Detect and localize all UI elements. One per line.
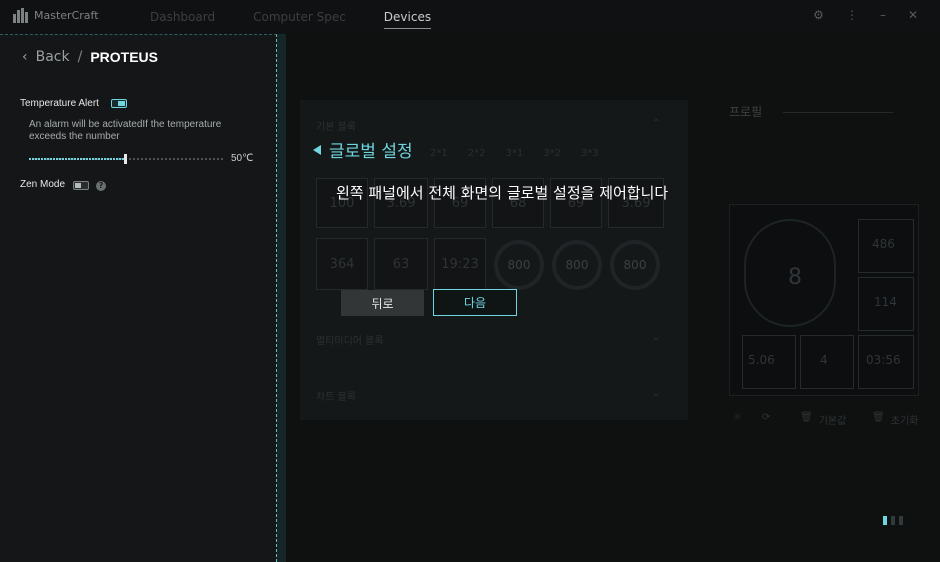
step-dot <box>891 516 895 525</box>
preview-toolbar: ☼ ⟳ <box>733 412 770 423</box>
layout-option[interactable]: 2*1 <box>430 148 448 159</box>
reset-button[interactable]: 🗑 초기화 <box>872 412 918 427</box>
tour-description: 왼쪽 패널에서 전체 화면의 글로벌 설정을 제어합니다 <box>336 184 669 202</box>
screen-preview: 8 486 114 5.06 4 03:56 <box>729 204 919 396</box>
chevron-down-icon[interactable]: ⌄ <box>652 332 660 343</box>
global-settings-panel: ‹ Back / PROTEUS Temperature Alert An al… <box>0 34 277 562</box>
step-dot <box>883 516 887 525</box>
device-name: PROTEUS <box>90 49 159 65</box>
zen-mode-toggle[interactable] <box>73 181 89 190</box>
layout-option[interactable]: 3*3 <box>581 148 599 159</box>
zen-mode-label: Zen Mode <box>20 179 66 190</box>
block-tile[interactable]: 19:23 <box>434 238 486 290</box>
brand-name: MasterCraft <box>34 9 99 22</box>
panel-edge <box>277 34 286 562</box>
nav-computer-spec[interactable]: Computer Spec <box>253 10 346 29</box>
settings-gear-icon[interactable]: ⚙ <box>813 8 824 22</box>
gauge-tile[interactable]: 800 <box>494 240 544 290</box>
profile-select[interactable] <box>783 112 893 113</box>
slider-fill <box>29 158 126 160</box>
gauge-tile[interactable]: 800 <box>552 240 602 290</box>
tour-back-button[interactable]: 뒤로 <box>341 290 424 316</box>
minimize-icon[interactable]: – <box>880 8 886 22</box>
slider-thumb[interactable] <box>124 154 127 164</box>
main-nav: Dashboard Computer Spec Devices <box>150 10 432 29</box>
mastercraft-logo-icon <box>13 8 28 23</box>
breadcrumb: ‹ Back / PROTEUS <box>22 49 158 65</box>
reset-button-label: 초기화 <box>890 416 919 427</box>
step-dot <box>899 516 903 525</box>
breadcrumb-separator: / <box>77 49 83 65</box>
section-basic-blocks[interactable]: 기본 블록 <box>316 118 356 133</box>
preview-temp: 114 <box>874 295 897 309</box>
title-bar: MasterCraft Dashboard Computer Spec Devi… <box>0 0 940 34</box>
preview-ram-load: 4 <box>820 353 828 367</box>
brightness-icon[interactable]: ☼ <box>733 412 742 423</box>
section-multimedia-blocks[interactable]: 멀티미디어 블록 <box>316 332 384 347</box>
back-label: Back <box>35 49 70 65</box>
block-tile[interactable]: 364 <box>316 238 368 290</box>
temperature-slider[interactable] <box>29 154 223 164</box>
back-button[interactable]: ‹ Back <box>22 49 70 65</box>
layout-option[interactable]: 3*1 <box>505 148 523 159</box>
tour-title-text: 글로벌 설정 <box>329 142 413 162</box>
gauge-tile[interactable]: 800 <box>610 240 660 290</box>
tour-step-indicator <box>883 516 903 525</box>
nav-dashboard[interactable]: Dashboard <box>150 10 215 29</box>
preview-fan: 486 <box>872 237 895 251</box>
chevron-down-icon[interactable]: ⌄ <box>652 388 660 399</box>
preview-cpu-freq: 5.06 <box>748 353 775 367</box>
default-button-label: 기본값 <box>818 416 847 427</box>
preview-time: 03:56 <box>866 353 901 367</box>
temperature-alert-description: An alarm will be activatedIf the tempera… <box>29 119 222 142</box>
more-icon[interactable]: ⋮ <box>846 8 858 22</box>
nav-devices[interactable]: Devices <box>383 10 432 29</box>
window-controls: ⚙ ⋮ – ✕ <box>813 8 918 22</box>
trash-icon: 🗑 <box>872 412 885 423</box>
tour-next-button[interactable]: 다음 <box>433 289 517 316</box>
temperature-value: 50℃ <box>231 153 254 164</box>
trash-icon: 🗑 <box>800 412 813 423</box>
default-button[interactable]: 🗑 기본값 <box>800 412 846 427</box>
layout-options: 2*1 2*2 3*1 3*2 3*3 <box>430 148 599 159</box>
tour-title: 글로벌 설정 <box>313 137 413 162</box>
layout-option[interactable]: 3*2 <box>543 148 561 159</box>
brand: MasterCraft <box>13 8 99 23</box>
preview-cpu-load: 8 <box>788 265 802 290</box>
pointer-left-icon <box>313 144 321 155</box>
temperature-alert-label: Temperature Alert <box>20 98 99 109</box>
close-icon[interactable]: ✕ <box>908 8 918 22</box>
section-chart-blocks[interactable]: 차트 블록 <box>316 388 356 403</box>
profile-label: 프로필 <box>729 105 763 119</box>
layout-option[interactable]: 2*2 <box>468 148 486 159</box>
temperature-alert-toggle[interactable] <box>111 99 127 108</box>
chevron-left-icon: ‹ <box>22 49 28 65</box>
chevron-up-icon[interactable]: ⌃ <box>652 118 660 129</box>
help-icon[interactable]: ? <box>96 181 106 191</box>
rotate-icon[interactable]: ⟳ <box>762 412 770 423</box>
block-tile[interactable]: 63 <box>374 238 428 290</box>
